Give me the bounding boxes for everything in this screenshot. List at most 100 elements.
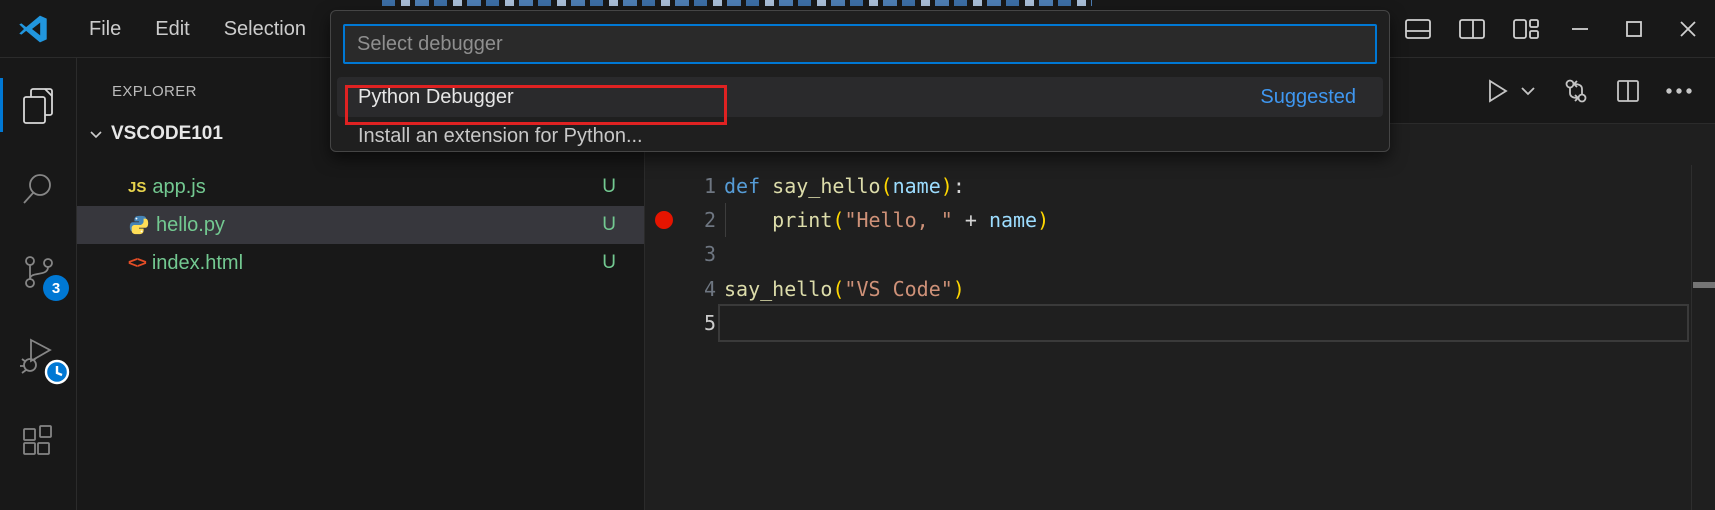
menu-bar: FileEditSelection xyxy=(72,0,323,58)
code-area[interactable]: 1def say_hello(name):2 print("Hello, " +… xyxy=(646,125,1715,510)
token: name xyxy=(989,208,1037,232)
extensions-icon xyxy=(19,422,57,460)
title-controls xyxy=(1391,0,1715,58)
close-icon xyxy=(1677,18,1699,40)
file-name: index.html xyxy=(152,252,243,275)
python-file-icon xyxy=(128,214,150,236)
minimize-icon xyxy=(1569,18,1591,40)
folder-name: VSCODE101 xyxy=(111,123,223,145)
token: ( xyxy=(832,277,844,301)
editor-toolbar xyxy=(1459,58,1693,124)
search-icon xyxy=(20,171,56,207)
activity-item-source-control[interactable]: 3 xyxy=(0,248,76,296)
explorer-icon xyxy=(19,86,57,126)
token: "Hello, " xyxy=(844,208,952,232)
file-row-app.js[interactable]: JS app.js U xyxy=(77,168,644,206)
split-editor-icon xyxy=(1615,78,1641,104)
token: ( xyxy=(881,174,893,198)
token: ) xyxy=(953,277,965,301)
breakpoint-icon[interactable] xyxy=(655,211,673,229)
layout-icon xyxy=(1512,17,1540,41)
token xyxy=(724,208,772,232)
run-dropdown-button[interactable] xyxy=(1519,82,1537,100)
close-button[interactable] xyxy=(1661,0,1715,58)
toggle-secondary-sidebar-button[interactable] xyxy=(1445,0,1499,58)
clock-icon xyxy=(43,358,71,386)
file-name: hello.py xyxy=(156,214,225,237)
token: ) xyxy=(941,174,953,198)
suggested-badge: Suggested xyxy=(1260,86,1356,109)
toggle-panel-button[interactable] xyxy=(1391,0,1445,58)
code-line-2[interactable]: 2 print("Hello, " + name) xyxy=(646,203,1715,237)
sidebar-title: EXPLORER xyxy=(112,83,197,100)
html-file-icon: <> xyxy=(128,253,146,273)
maximize-button[interactable] xyxy=(1607,0,1661,58)
more-actions-button[interactable] xyxy=(1665,86,1693,96)
debugger-quick-pick: Python DebuggerSuggestedInstall an exten… xyxy=(330,10,1390,152)
run-icon xyxy=(1483,78,1509,104)
code-line-4[interactable]: 4 say_hello("VS Code") xyxy=(646,272,1715,306)
token: ) xyxy=(1037,208,1049,232)
code-text: say_hello("VS Code") xyxy=(724,277,965,301)
menu-item-file[interactable]: File xyxy=(72,0,138,58)
token: + xyxy=(953,208,989,232)
quick-pick-input[interactable] xyxy=(343,24,1377,64)
panel-bottom-icon xyxy=(1404,17,1432,41)
quick-pick-item-label: Install an extension for Python... xyxy=(358,125,643,148)
activity-item-explorer[interactable] xyxy=(0,82,76,130)
git-untracked-badge: U xyxy=(602,214,616,236)
file-name: app.js xyxy=(152,176,205,199)
split-editor-button[interactable] xyxy=(1615,78,1641,104)
ellipsis-icon xyxy=(1665,86,1693,96)
chevron-down-icon xyxy=(88,126,104,142)
menu-item-edit[interactable]: Edit xyxy=(138,0,206,58)
panel-right-icon xyxy=(1458,17,1486,41)
token: print xyxy=(772,208,832,232)
token: : xyxy=(953,174,965,198)
line-number: 5 xyxy=(680,311,716,335)
token: say_hello xyxy=(724,277,832,301)
git-untracked-badge: U xyxy=(602,176,616,198)
file-row-index.html[interactable]: <> index.html U xyxy=(77,244,644,282)
breakpoint-gutter[interactable] xyxy=(646,203,680,237)
line-number: 2 xyxy=(680,208,716,232)
red-annotation-box xyxy=(345,85,727,125)
breakpoint-gutter[interactable] xyxy=(646,272,680,306)
token: name xyxy=(893,174,941,198)
breakpoint-gutter[interactable] xyxy=(646,169,680,203)
token: "VS Code" xyxy=(844,277,952,301)
overview-ruler-border xyxy=(1691,165,1692,510)
line-number: 3 xyxy=(680,242,716,266)
badge-count: 3 xyxy=(43,275,69,301)
customize-layout-button[interactable] xyxy=(1499,0,1553,58)
activity-item-run-and-debug[interactable] xyxy=(0,332,76,380)
maximize-icon xyxy=(1623,18,1645,40)
breakpoint-gutter[interactable] xyxy=(646,237,680,271)
code-line-5[interactable]: 5 xyxy=(646,306,1715,340)
line-number: 4 xyxy=(680,277,716,301)
run-or-debug-button[interactable] xyxy=(1483,78,1509,104)
overview-ruler-cursor-marker[interactable] xyxy=(1693,282,1715,288)
token: say_hello xyxy=(772,174,880,198)
minimize-button[interactable] xyxy=(1553,0,1607,58)
git-untracked-badge: U xyxy=(602,252,616,274)
clipped-command-center-text xyxy=(382,0,1092,6)
file-row-hello.py[interactable]: hello.py U xyxy=(77,206,644,244)
editor[interactable]: 1def say_hello(name):2 print("Hello, " +… xyxy=(646,125,1715,510)
open-changes-button[interactable] xyxy=(1561,76,1591,106)
code-text: print("Hello, " + name) xyxy=(724,208,1049,232)
activity-item-search[interactable] xyxy=(0,165,76,213)
chevron-down-icon xyxy=(1519,82,1537,100)
activity-bar: 3 xyxy=(0,58,77,510)
menu-item-selection[interactable]: Selection xyxy=(207,0,323,58)
open-changes-icon xyxy=(1561,76,1591,106)
activity-item-extensions[interactable] xyxy=(0,417,76,465)
code-text: def say_hello(name): xyxy=(724,174,965,198)
js-file-icon: JS xyxy=(128,179,146,196)
token: def xyxy=(724,174,772,198)
code-line-3[interactable]: 3 xyxy=(646,237,1715,271)
breakpoint-gutter[interactable] xyxy=(646,306,680,340)
code-line-1[interactable]: 1def say_hello(name): xyxy=(646,169,1715,203)
vscode-logo-icon xyxy=(18,14,48,44)
token: ( xyxy=(832,208,844,232)
